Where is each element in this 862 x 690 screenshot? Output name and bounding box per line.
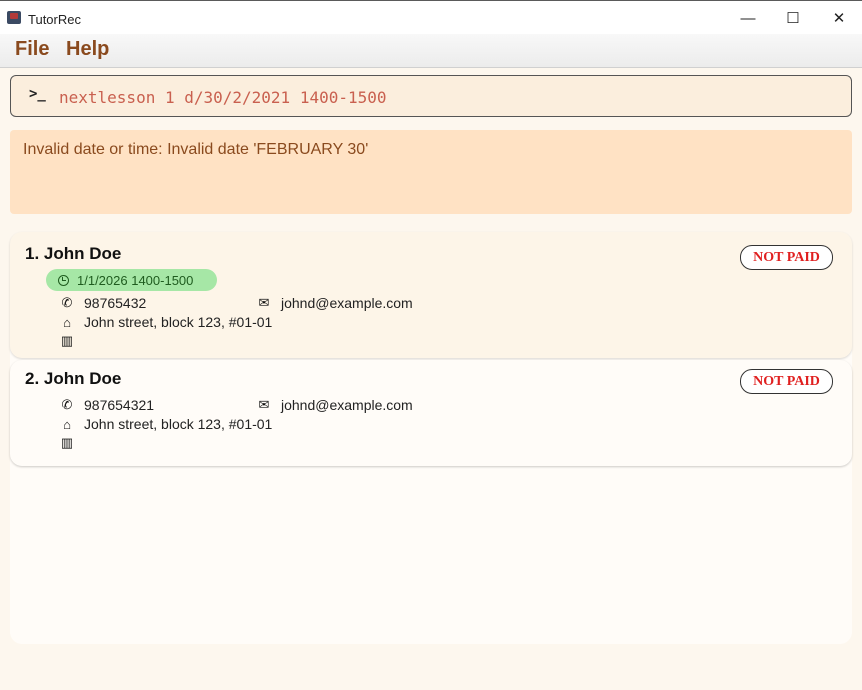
payment-status-badge: NOT PAID xyxy=(740,245,833,270)
email-text: johnd@example.com xyxy=(281,295,413,311)
command-box[interactable]: >_ xyxy=(10,75,852,118)
phone-icon: ✆ xyxy=(61,397,73,412)
app-icon xyxy=(7,11,21,24)
address-text: John street, block 123, #01-01 xyxy=(84,314,273,330)
status-bar xyxy=(0,656,862,690)
menu-file[interactable]: File xyxy=(15,38,49,61)
person-name: 1. John Doe xyxy=(25,244,122,263)
phone-row: ✆ 98765432 xyxy=(59,295,147,311)
person-card[interactable]: 1. John Doe 1/1/2026 1400-1500 NOT PAID … xyxy=(10,232,852,358)
minimize-button[interactable]: — xyxy=(725,1,771,35)
email-row: ✉ johnd@example.com xyxy=(256,397,413,413)
person-card[interactable]: 2. John Doe NOT PAID ✆ 987654321 ✉ johnd… xyxy=(10,360,852,466)
main-panel: >_ Invalid date or time: Invalid date 'F… xyxy=(0,68,862,690)
close-button[interactable]: ✕ xyxy=(816,1,862,35)
lesson-badge: 1/1/2026 1400-1500 xyxy=(46,269,217,291)
address-row: ⌂ John street, block 123, #01-01 xyxy=(59,416,272,432)
email-text: johnd@example.com xyxy=(281,397,413,413)
menu-bar: File Help xyxy=(0,34,862,68)
result-display: Invalid date or time: Invalid date 'FEBR… xyxy=(10,130,852,214)
phone-row: ✆ 987654321 xyxy=(59,397,155,413)
address-text: John street, block 123, #01-01 xyxy=(84,416,273,432)
books-icon: ▥ xyxy=(60,333,74,348)
menu-help[interactable]: Help xyxy=(66,38,109,61)
phone-text: 987654321 xyxy=(84,397,155,413)
window-title: TutorRec xyxy=(28,12,81,27)
terminal-prompt-icon: >_ xyxy=(29,86,46,102)
maximize-button[interactable]: ☐ xyxy=(770,1,816,35)
subjects-row: ▥ xyxy=(59,333,84,349)
title-bar: TutorRec — ☐ ✕ xyxy=(0,0,862,34)
phone-icon: ✆ xyxy=(61,295,73,310)
email-icon: ✉ xyxy=(258,397,270,412)
email-icon: ✉ xyxy=(258,295,270,310)
command-input[interactable] xyxy=(57,76,841,118)
result-message: Invalid date or time: Invalid date 'FEBR… xyxy=(23,141,369,158)
payment-status-badge: NOT PAID xyxy=(740,369,833,394)
home-icon: ⌂ xyxy=(63,314,71,330)
lesson-time: 1/1/2026 1400-1500 xyxy=(77,272,194,288)
clock-icon xyxy=(58,274,69,286)
phone-text: 98765432 xyxy=(84,295,147,311)
person-list[interactable]: 1. John Doe 1/1/2026 1400-1500 NOT PAID … xyxy=(10,232,852,644)
subjects-row: ▥ xyxy=(59,435,84,451)
email-row: ✉ johnd@example.com xyxy=(256,295,413,311)
address-row: ⌂ John street, block 123, #01-01 xyxy=(59,314,272,330)
books-icon: ▥ xyxy=(60,435,74,450)
person-name: 2. John Doe xyxy=(25,369,122,388)
home-icon: ⌂ xyxy=(63,416,71,432)
